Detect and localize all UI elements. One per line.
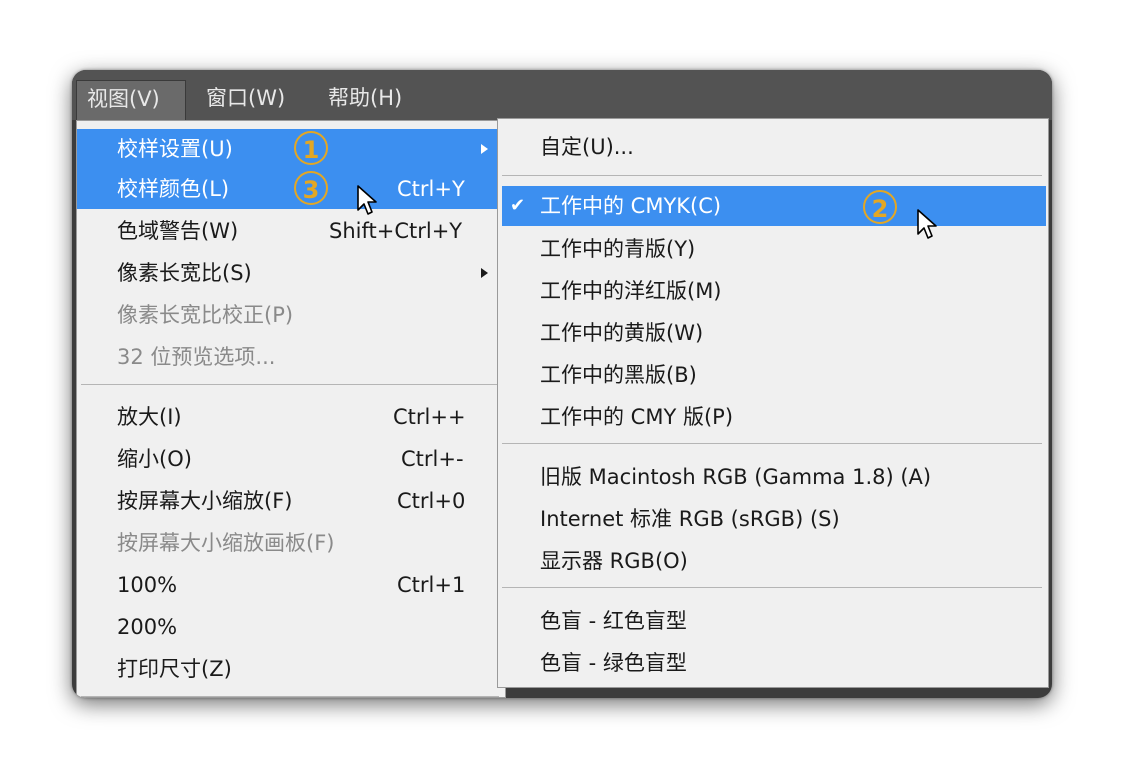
menu-window[interactable]: 窗口(W) [196,80,295,120]
submenu-item-monitor-rgb[interactable]: 显示器 RGB(O) [498,541,1048,581]
submenu-item-working-yellow[interactable]: 工作中的黄版(W) [498,313,1048,353]
menu-item-print-size[interactable]: 打印尺寸(Z) [77,649,505,689]
menu-item-shortcut: Ctrl+0 [397,489,466,513]
menu-item-100-percent[interactable]: 100% Ctrl+1 [77,565,505,605]
menu-item-label: 旧版 Macintosh RGB (Gamma 1.8) (A) [540,465,932,489]
menu-item-label: 色域警告(W) [117,219,239,243]
menu-item-label: 像素长宽比校正(P) [117,303,294,327]
menu-item-fit-screen[interactable]: 按屏幕大小缩放(F) Ctrl+0 [77,481,505,521]
menu-separator [502,443,1042,444]
menubar: 视图(V) 窗口(W) 帮助(H) [72,70,1052,120]
submenu-item-working-magenta[interactable]: 工作中的洋红版(M) [498,271,1048,311]
submenu-item-working-cmyk[interactable]: ✔ 工作中的 CMYK(C) [502,186,1046,226]
menu-item-label: 色盲 - 绿色盲型 [540,651,687,675]
menu-item-label: Internet 标准 RGB (sRGB) (S) [540,507,840,531]
menu-item-pixel-aspect-correction[interactable]: 像素长宽比校正(P) [77,295,505,335]
menu-item-label: 放大(I) [117,405,182,429]
menu-separator [502,587,1042,588]
menu-item-label: 工作中的青版(Y) [540,237,696,261]
menu-item-label: 显示器 RGB(O) [540,549,688,573]
submenu-item-working-cmy[interactable]: 工作中的 CMY 版(P) [498,397,1048,437]
menu-item-gamut-warning[interactable]: 色域警告(W) Shift+Ctrl+Y [77,211,505,251]
menu-item-label: 校样设置(U) [117,137,233,161]
view-menu: 校样设置(U) 校样颜色(L) Ctrl+Y 色域警告(W) Shift+Ctr… [76,120,506,698]
step-badge-2: 2 [863,190,897,224]
proof-setup-submenu: 自定(U)... ✔ 工作中的 CMYK(C) 工作中的青版(Y) 工作中的洋红… [497,118,1049,688]
menu-item-shortcut: Ctrl++ [393,405,466,429]
menu-item-shortcut: Ctrl+1 [397,573,466,597]
menu-item-fit-artboard[interactable]: 按屏幕大小缩放画板(F) [77,523,505,563]
menu-item-proof-colors[interactable]: 校样颜色(L) Ctrl+Y [77,169,505,209]
menu-item-label: 100% [117,573,178,597]
menu-item-label: 校样颜色(L) [117,177,230,201]
submenu-arrow-icon [481,268,488,278]
menu-item-shortcut: Shift+Ctrl+Y [329,219,463,243]
menu-view[interactable]: 视图(V) [76,80,186,120]
menu-item-label: 工作中的 CMY 版(P) [540,405,734,429]
menu-item-label: 打印尺寸(Z) [117,657,232,681]
menu-separator [81,384,499,385]
menu-item-32bit-preview[interactable]: 32 位预览选项... [77,337,505,377]
submenu-item-deuteranopia[interactable]: 色盲 - 绿色盲型 [498,643,1048,683]
menu-item-label: 色盲 - 红色盲型 [540,609,687,633]
menu-separator [502,175,1042,176]
step-badge-1: 1 [294,131,328,165]
menu-item-label: 像素长宽比(S) [117,261,252,285]
menu-item-label: 工作中的 CMYK(C) [540,194,722,218]
mouse-cursor-icon [357,185,377,215]
submenu-item-working-cyan[interactable]: 工作中的青版(Y) [498,229,1048,269]
menu-item-label: 按屏幕大小缩放(F) [117,489,293,513]
menu-item-pixel-aspect[interactable]: 像素长宽比(S) [77,253,505,293]
menu-item-label: 工作中的黑版(B) [540,363,697,387]
menu-separator [81,696,499,697]
menu-item-shortcut: Ctrl+- [401,447,464,471]
menu-item-label: 200% [117,615,178,639]
menu-item-label: 工作中的黄版(W) [540,321,704,345]
menu-item-label: 自定(U)... [540,135,634,159]
menu-item-proof-setup[interactable]: 校样设置(U) [77,129,505,169]
submenu-item-legacy-mac-rgb[interactable]: 旧版 Macintosh RGB (Gamma 1.8) (A) [498,457,1048,497]
menu-item-200-percent[interactable]: 200% [77,607,505,647]
submenu-item-custom[interactable]: 自定(U)... [498,127,1048,167]
menu-item-zoom-in[interactable]: 放大(I) Ctrl++ [77,397,505,437]
menu-item-label: 缩小(O) [117,447,192,471]
checkmark-icon: ✔ [510,195,526,216]
menu-help[interactable]: 帮助(H) [318,80,412,120]
step-badge-3: 3 [294,171,328,205]
submenu-item-working-black[interactable]: 工作中的黑版(B) [498,355,1048,395]
submenu-arrow-icon [481,144,488,154]
mouse-cursor-icon [917,209,937,239]
menu-item-shortcut: Ctrl+Y [397,177,465,201]
submenu-item-srgb[interactable]: Internet 标准 RGB (sRGB) (S) [498,499,1048,539]
menu-item-label: 32 位预览选项... [117,345,276,369]
app-window: 视图(V) 窗口(W) 帮助(H) 校样设置(U) 校样颜色(L) Ctrl+Y… [72,70,1052,698]
menu-item-label: 按屏幕大小缩放画板(F) [117,531,335,555]
submenu-item-protanopia[interactable]: 色盲 - 红色盲型 [498,601,1048,641]
menu-item-label: 工作中的洋红版(M) [540,279,722,303]
menu-item-zoom-out[interactable]: 缩小(O) Ctrl+- [77,439,505,479]
